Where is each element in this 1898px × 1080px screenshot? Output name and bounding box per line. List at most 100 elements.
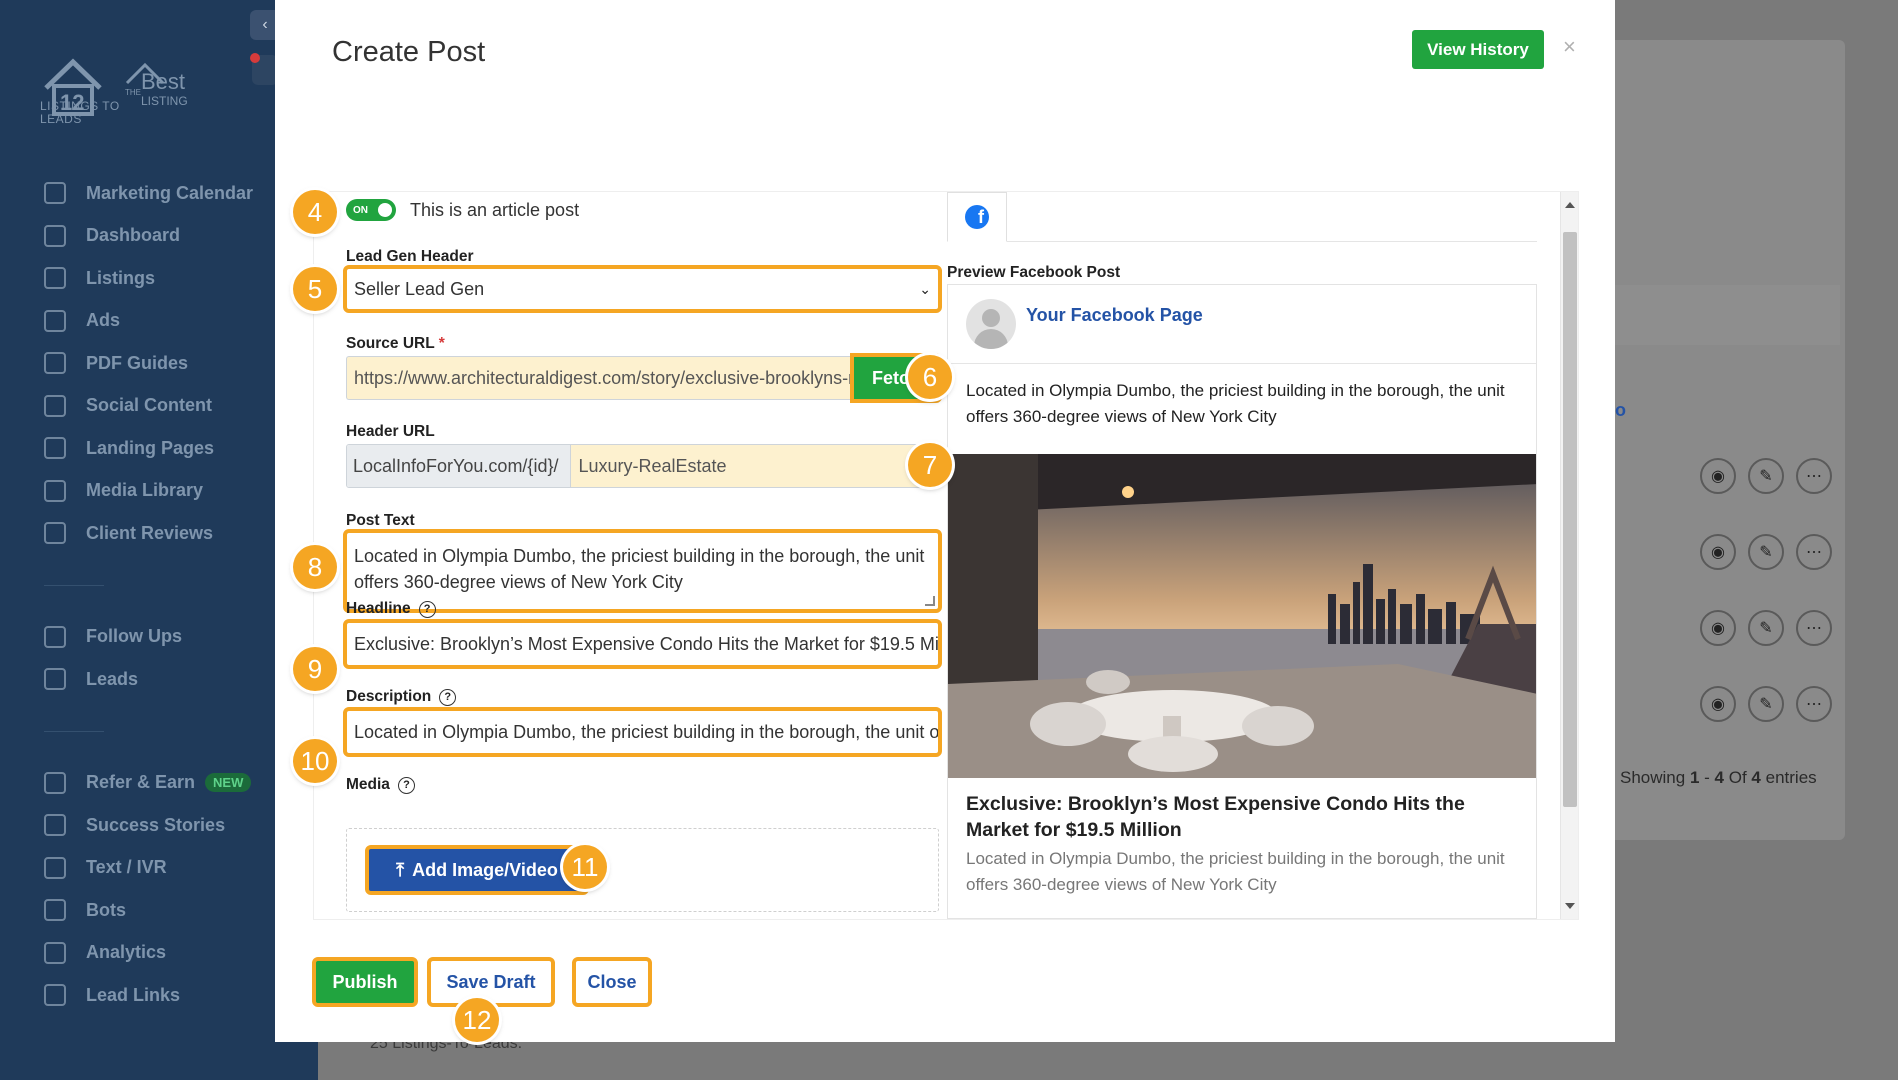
row-actions: ◉ ✎ ⋯ [1700,458,1832,494]
close-button[interactable]: Close [572,957,652,1007]
sidebar-item-landing-pages[interactable]: Landing Pages [44,427,314,470]
svg-text:Best: Best [141,69,185,94]
sidebar-item-marketing-calendar[interactable]: Marketing Calendar [44,172,314,215]
save-draft-button[interactable]: Save Draft [427,957,555,1007]
gift-icon [44,771,66,794]
mail-icon [44,625,66,648]
sidebar-item-text-ivr[interactable]: Text / IVR [44,847,314,890]
post-text-label: Post Text [346,512,415,529]
scrollbar-thumb[interactable] [1563,232,1577,807]
chat-icon [44,899,66,922]
description-input[interactable]: Located in Olympia Dumbo, the priciest b… [343,707,942,757]
document-icon [44,352,66,375]
callout-badge-9: 9 [293,647,337,691]
upload-icon: ⤒ [396,859,405,880]
edit-pencil-icon[interactable]: ✎ [1748,610,1784,646]
article-post-toggle[interactable]: ON [346,199,396,221]
chevron-down-icon: ⌄ [919,280,931,297]
more-icon[interactable]: ⋯ [1796,610,1832,646]
best-listing-logo: THE Best LISTING [125,55,200,115]
callout-badge-6: 6 [908,355,952,399]
preview-tabs: f [947,192,1537,242]
view-history-button[interactable]: View History [1412,30,1544,69]
view-eye-icon[interactable]: ◉ [1700,686,1736,722]
source-url-input[interactable]: https://www.architecturaldigest.com/stor… [346,356,853,400]
pagination-summary: Showing 1 - 4 Of 4 entries [1620,768,1817,787]
close-icon[interactable]: × [1563,34,1576,60]
help-icon[interactable]: ? [397,776,415,794]
avatar [966,299,1016,349]
facebook-preview: f Preview Facebook Post Your Facebook Pa… [947,192,1537,919]
panel-scrollbar[interactable] [1560,192,1578,919]
sidebar-item-listings[interactable]: Listings [44,257,314,300]
sidebar-item-media-library[interactable]: Media Library [44,470,314,513]
edit-pencil-icon[interactable]: ✎ [1748,686,1784,722]
resize-handle-icon[interactable] [925,596,935,606]
sidebar-item-client-reviews[interactable]: Client Reviews [44,512,314,555]
edit-pencil-icon[interactable]: ✎ [1748,534,1784,570]
sidebar-item-lead-links[interactable]: Lead Links [44,974,314,1017]
notification-dot [250,53,260,63]
sidebar-item-analytics[interactable]: Analytics [44,932,314,975]
filter-icon [44,668,66,691]
folder-icon [44,479,66,502]
preview-label: Preview Facebook Post [947,264,1121,281]
svg-text:THE: THE [125,88,141,97]
card-divider [948,363,1536,364]
preview-headline: Exclusive: Brooklyn’s Most Expensive Con… [966,793,1465,841]
row-actions: ◉ ✎ ⋯ [1700,534,1832,570]
background-filter-box [1615,285,1840,345]
view-eye-icon[interactable]: ◉ [1700,534,1736,570]
svg-text:LISTING: LISTING [141,94,188,108]
more-icon[interactable]: ⋯ [1796,534,1832,570]
post-form: ON This is an article post Lead Gen Head… [326,192,942,919]
post-text-textarea[interactable]: Located in Olympia Dumbo, the priciest b… [343,529,942,613]
article-toggle-row: ON This is an article post [346,199,579,221]
view-eye-icon[interactable]: ◉ [1700,610,1736,646]
logo-caption: LISTINGS TO LEADS [40,99,120,126]
lead-gen-header-select[interactable]: Seller Lead Gen ⌄ [343,265,942,313]
headline-label: Headline? [346,600,436,618]
preview-post-text: Located in Olympia Dumbo, the priciest b… [966,381,1505,426]
row-actions: ◉ ✎ ⋯ [1700,610,1832,646]
sidebar-divider [44,730,104,732]
edit-pencil-icon[interactable]: ✎ [1748,458,1784,494]
publish-button[interactable]: Publish [312,957,418,1007]
preview-image [948,454,1536,778]
header-url-group: LocalInfoForYou.com/{id}/ Luxury-RealEst… [346,444,939,488]
chart-icon [44,941,66,964]
more-icon[interactable]: ⋯ [1796,686,1832,722]
sidebar-divider [44,584,104,586]
media-label: Media? [346,776,415,794]
headline-input[interactable]: Exclusive: Brooklyn’s Most Expensive Con… [343,619,942,669]
scroll-down-icon[interactable] [1565,903,1575,909]
sidebar-item-social-content[interactable]: Social Content [44,385,314,428]
listings-to-leads-logo: 12 LISTINGS TO LEADS [40,50,130,130]
sidebar-item-refer-earn[interactable]: Refer & Earn NEW [44,762,314,805]
sidebar-item-pdf-guides[interactable]: PDF Guides [44,342,314,385]
description-label: Description? [346,688,457,706]
sidebar-item-dashboard[interactable]: Dashboard [44,215,314,258]
callout-badge-7: 7 [908,443,952,487]
star-icon [44,522,66,545]
view-eye-icon[interactable]: ◉ [1700,458,1736,494]
star-icon [44,814,66,837]
sidebar-item-success-stories[interactable]: Success Stories [44,804,314,847]
sidebar-item-ads[interactable]: Ads [44,300,314,343]
more-icon[interactable]: ⋯ [1796,458,1832,494]
sidebar-item-leads[interactable]: Leads [44,658,314,701]
callout-badge-8: 8 [293,545,337,589]
tab-facebook[interactable]: f [947,192,1007,242]
sidebar-nav: Marketing Calendar Dashboard Listings Ad… [44,172,314,1017]
header-url-input[interactable]: Luxury-RealEstate [571,445,938,487]
list-icon [44,267,66,290]
facebook-page-name[interactable]: Your Facebook Page [1026,305,1203,326]
new-badge: NEW [205,773,252,793]
help-icon[interactable]: ? [439,688,457,706]
scroll-up-icon[interactable] [1565,202,1575,208]
toggle-knob [378,203,392,217]
add-image-video-button[interactable]: ⤒ Add Image/Video [365,845,589,895]
help-icon[interactable]: ? [418,600,436,618]
sidebar-item-follow-ups[interactable]: Follow Ups [44,616,314,659]
sidebar-item-bots[interactable]: Bots [44,889,314,932]
